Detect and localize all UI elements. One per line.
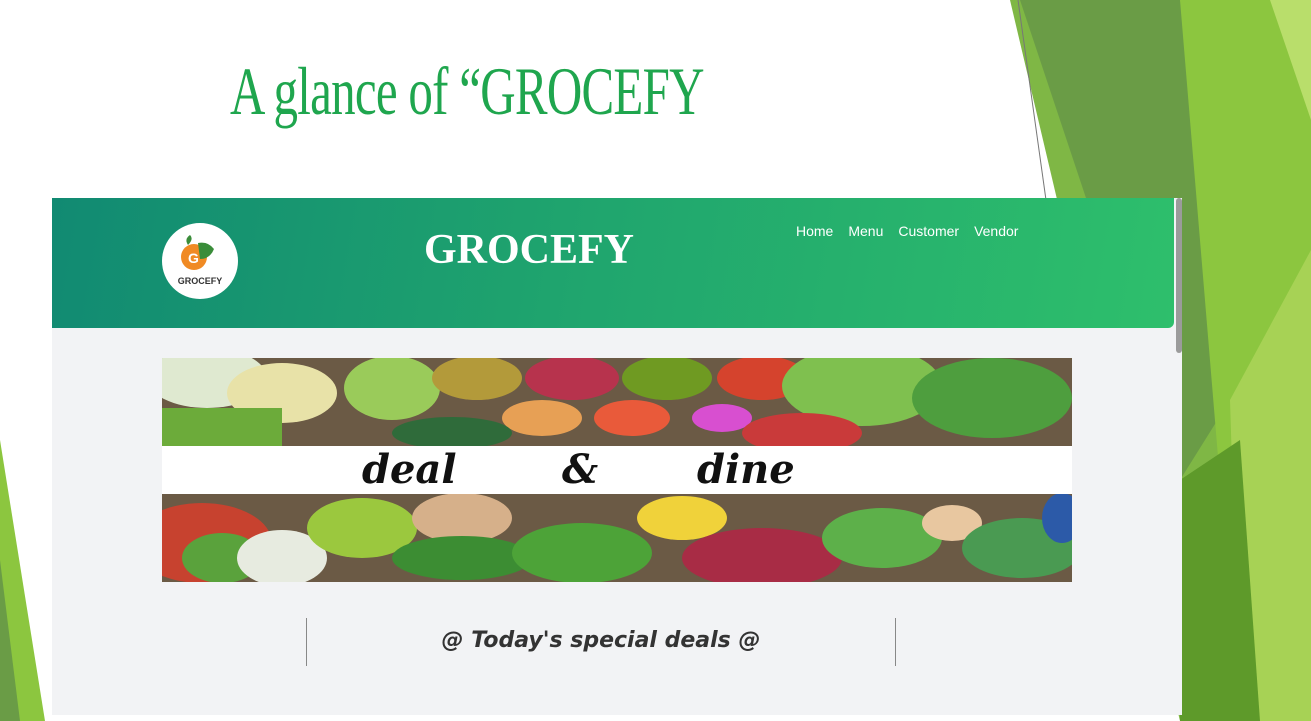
slide-title: A glance of “GROCEFY [230,53,704,129]
special-deals-heading: @ Today's special deals @ [441,628,761,653]
nav-customer[interactable]: Customer [898,223,959,239]
website-screenshot: G GROCEFY GROCEFY Home Menu Customer Ven… [52,198,1182,715]
site-brand: GROCEFY [424,227,634,273]
scrollbar[interactable] [1176,198,1182,353]
nav-home[interactable]: Home [796,223,833,239]
grocery-logo-icon: G [181,235,214,270]
divider-right [895,618,896,666]
slogan-dine: dine [697,446,795,493]
nav-menu[interactable]: Menu [848,223,883,239]
svg-text:G: G [188,250,199,266]
slogan-strip [162,446,1072,494]
logo-text: GROCEFY [177,276,223,286]
main-nav: Home Menu Customer Vendor [796,223,1018,239]
slogan-deal: deal [362,446,457,493]
nav-vendor[interactable]: Vendor [974,223,1018,239]
hero-banner: deal & dine [162,358,1072,582]
site-logo[interactable]: G GROCEFY [162,223,238,299]
site-header: G GROCEFY GROCEFY Home Menu Customer Ven… [52,198,1174,328]
slogan-ampersand: & [562,446,599,493]
